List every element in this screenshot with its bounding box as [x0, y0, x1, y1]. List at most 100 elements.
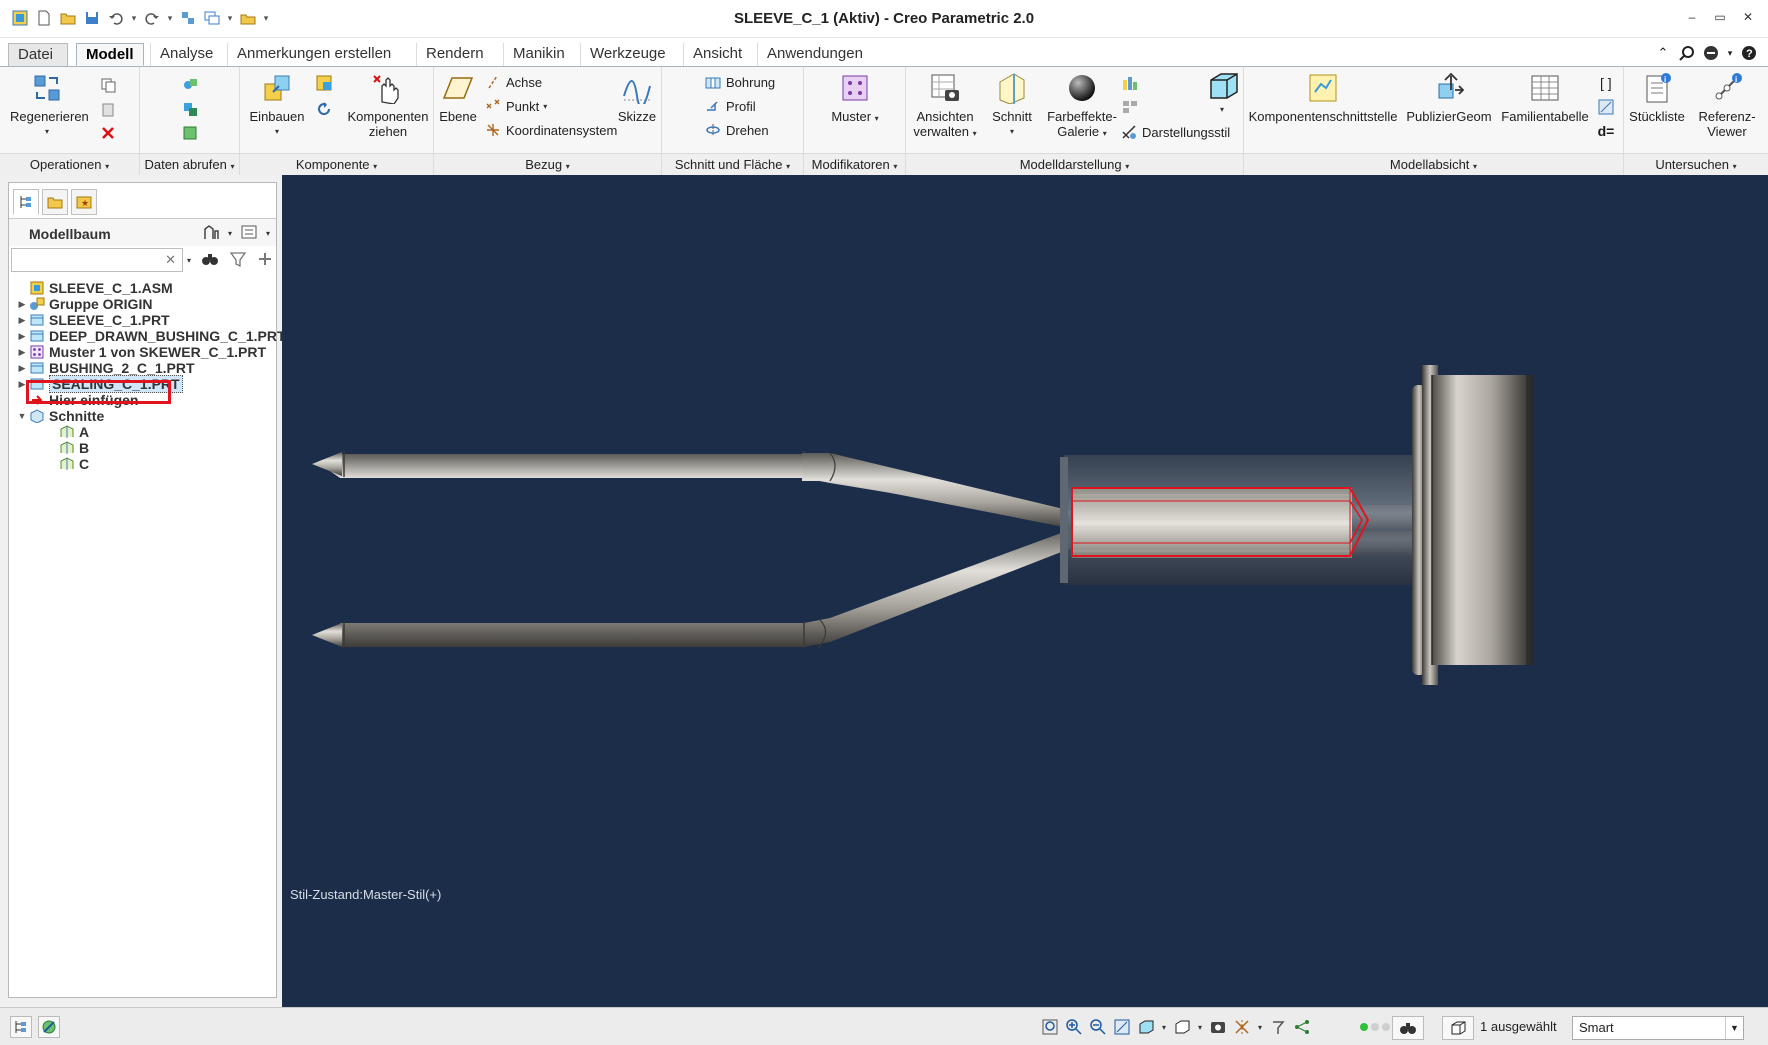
appearance-gallery-button[interactable]: Farbeffekte- Galerie ▾	[1042, 71, 1122, 141]
collapse-arrow-icon[interactable]: ▼	[15, 411, 29, 421]
chevron-down-icon[interactable]: ▾	[266, 229, 270, 238]
group-get-data-label[interactable]: Daten abrufen ▾	[140, 153, 239, 175]
minimize-icon[interactable]: –	[1680, 6, 1704, 28]
zoom-out-icon[interactable]	[1088, 1017, 1108, 1037]
tab-model[interactable]: Modell	[76, 43, 144, 66]
close-icon[interactable]: ✕	[1736, 6, 1760, 28]
help-icon[interactable]: ?	[1740, 44, 1758, 62]
tab-applications[interactable]: Anwendungen	[757, 43, 872, 66]
perspective-icon[interactable]	[1120, 97, 1140, 117]
folder-browser-tab-icon[interactable]	[42, 189, 68, 215]
graphics-viewport[interactable]: Stil-Zustand:Master-Stil(+)	[282, 175, 1768, 1007]
manage-views-button[interactable]: Ansichten verwalten ▾	[910, 71, 980, 141]
family-table-button[interactable]: Familientabelle	[1500, 71, 1590, 124]
extrude-button[interactable]: Profil	[704, 95, 756, 117]
merge-icon[interactable]	[180, 99, 200, 119]
datum-display-icon[interactable]	[1232, 1017, 1252, 1037]
paste-icon[interactable]	[98, 99, 118, 119]
expand-arrow-icon[interactable]: ▶	[15, 347, 29, 358]
expand-arrow-icon[interactable]: ▶	[15, 299, 29, 310]
chevron-down-icon[interactable]: ▾	[1196, 1017, 1204, 1037]
chevron-down-icon[interactable]: ▾	[1160, 1017, 1168, 1037]
expand-arrow-icon[interactable]: ▶	[15, 363, 29, 374]
assemble-button[interactable]: Einbauen ▾	[244, 71, 310, 139]
component-interface-button[interactable]: Komponentenschnittstelle	[1248, 71, 1398, 124]
regenerate-button[interactable]: Regenerieren ▾	[10, 71, 89, 139]
revolve-button[interactable]: Drehen	[704, 119, 769, 141]
settings-icon[interactable]	[202, 223, 220, 244]
pattern-button[interactable]: Muster ▾	[818, 71, 892, 126]
group-operations-label[interactable]: Operationen ▾	[0, 153, 139, 175]
tab-annotate[interactable]: Anmerkungen erstellen	[227, 43, 400, 66]
display-style-button[interactable]: Darstellungsstil	[1120, 121, 1230, 143]
saved-orientations-icon[interactable]	[1172, 1017, 1192, 1037]
spin-center-icon[interactable]	[1268, 1017, 1288, 1037]
maximize-icon[interactable]: ▭	[1708, 6, 1732, 28]
group-cut-surface-label[interactable]: Schnitt und Fläche ▾	[662, 153, 803, 175]
repaint-icon[interactable]	[1112, 1017, 1132, 1037]
group-modifiers-label[interactable]: Modifikatoren ▾	[804, 153, 905, 175]
refit-icon[interactable]	[1040, 1017, 1060, 1037]
tab-view[interactable]: Ansicht	[683, 43, 751, 66]
find-button[interactable]	[1392, 1016, 1424, 1040]
favorites-tab-icon[interactable]: ★	[71, 189, 97, 215]
csys-button[interactable]: Koordinatensystem	[484, 119, 617, 141]
reference-viewer-button[interactable]: i Referenz- Viewer	[1692, 71, 1762, 139]
switch-dimensions-icon[interactable]	[1596, 97, 1616, 117]
tree-row[interactable]: C	[45, 455, 89, 473]
toggle-navigator-icon[interactable]	[10, 1016, 32, 1038]
sketch-button[interactable]: Skizze	[612, 71, 662, 124]
hole-button[interactable]: Bohrung	[704, 71, 775, 93]
display-style-cube-icon[interactable]	[1206, 69, 1240, 103]
axis-button[interactable]: Achse	[484, 71, 542, 93]
search-icon[interactable]	[1678, 44, 1696, 62]
display-style-icon[interactable]	[1136, 1017, 1156, 1037]
view-manager-icon[interactable]	[1208, 1017, 1228, 1037]
parameters-icon[interactable]: [ ]	[1596, 73, 1616, 93]
zoom-in-icon[interactable]	[1064, 1017, 1084, 1037]
annotation-display-icon[interactable]	[1292, 1017, 1312, 1037]
chevron-down-icon[interactable]: ▾	[1256, 1017, 1264, 1037]
selection-filter-select[interactable]: Smart ▼	[1572, 1016, 1744, 1040]
group-investigate-label[interactable]: Untersuchen ▾	[1624, 153, 1768, 175]
group-model-display-label[interactable]: Modelldarstellung ▾	[906, 153, 1243, 175]
add-icon[interactable]	[257, 251, 273, 270]
selection-buffer-button[interactable]	[1442, 1016, 1474, 1040]
tab-render[interactable]: Rendern	[416, 43, 493, 66]
bom-button[interactable]: i Stückliste	[1624, 71, 1690, 124]
tab-analysis[interactable]: Analyse	[150, 43, 222, 66]
clear-search-icon[interactable]: ✕	[165, 252, 176, 268]
publish-geom-button[interactable]: PublizierGeom	[1404, 71, 1494, 124]
show-columns-icon[interactable]	[240, 223, 258, 244]
section-button[interactable]: Schnitt ▾	[986, 71, 1038, 139]
relations-icon[interactable]: d=	[1596, 121, 1616, 141]
plane-button[interactable]: Ebene	[434, 71, 482, 124]
model-tree-tab-icon[interactable]	[13, 189, 39, 215]
copy-geom-icon[interactable]	[180, 75, 200, 95]
create-component-icon[interactable]	[314, 73, 334, 93]
find-binoculars-icon[interactable]	[201, 250, 219, 271]
tab-tools[interactable]: Werkzeuge	[580, 43, 675, 66]
tab-file[interactable]: Datei ▾	[8, 43, 68, 78]
drag-components-button[interactable]: Komponenten ziehen	[344, 71, 432, 139]
expand-arrow-icon[interactable]: ▶	[15, 315, 29, 326]
group-datum-label[interactable]: Bezug ▾	[434, 153, 661, 175]
community-icon[interactable]	[1702, 44, 1720, 62]
chevron-down-icon[interactable]: ▾	[1220, 105, 1224, 114]
point-button[interactable]: Punkt ▾	[484, 95, 547, 117]
repeat-icon[interactable]	[314, 99, 334, 119]
scenes-icon[interactable]	[1120, 73, 1140, 93]
search-dropdown-icon[interactable]: ▾	[187, 256, 191, 265]
community-dropdown-icon[interactable]: ▾	[1726, 44, 1734, 62]
delete-icon[interactable]	[98, 123, 118, 143]
expand-arrow-icon[interactable]: ▶	[15, 331, 29, 342]
copy-icon[interactable]	[98, 75, 118, 95]
chevron-down-icon[interactable]: ▾	[228, 229, 232, 238]
inheritance-icon[interactable]	[180, 123, 200, 143]
group-model-intent-label[interactable]: Modellabsicht ▾	[1244, 153, 1623, 175]
search-input[interactable]	[16, 250, 156, 270]
collapse-ribbon-icon[interactable]: ⌃	[1654, 44, 1672, 62]
toggle-browser-icon[interactable]	[38, 1016, 60, 1038]
tab-manikin[interactable]: Manikin	[503, 43, 574, 66]
filter-icon[interactable]	[229, 250, 247, 271]
